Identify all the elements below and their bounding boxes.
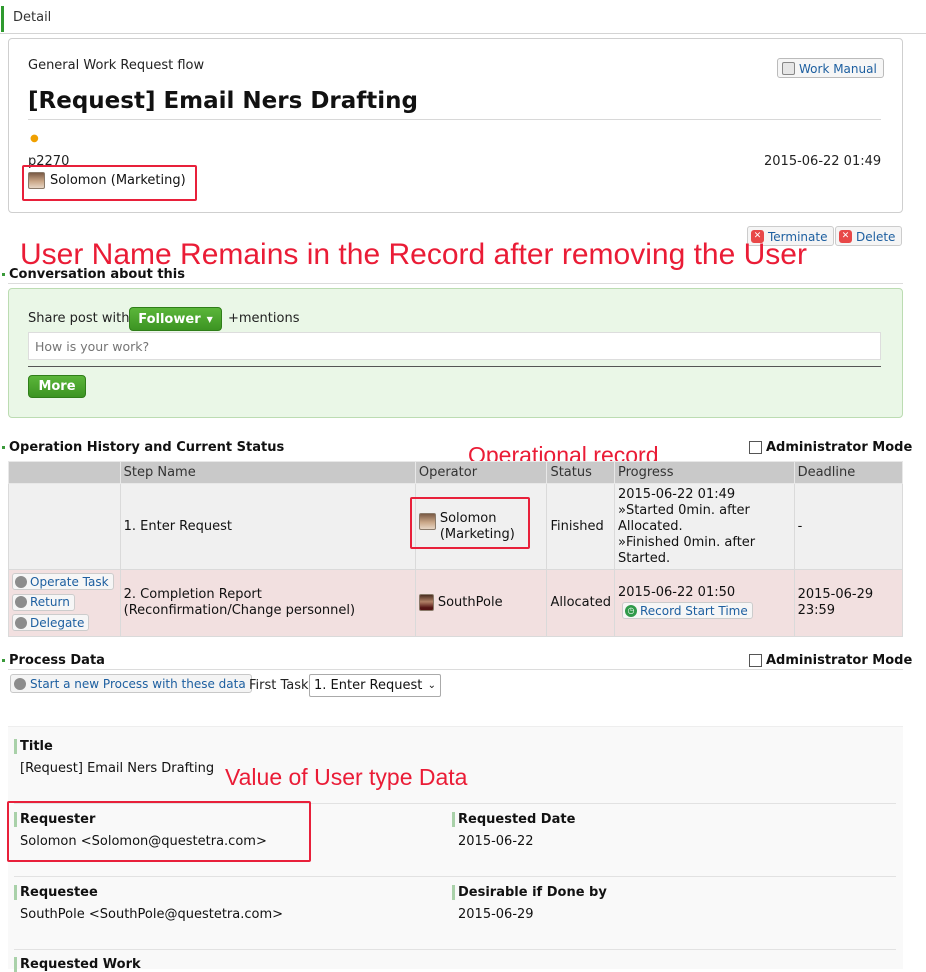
delete-label: Delete: [856, 229, 896, 244]
history-admin-mode[interactable]: Administrator Mode: [749, 440, 912, 455]
operator-cell: SouthPole: [414, 569, 548, 637]
field-divider: [14, 876, 896, 877]
start-new-process-button[interactable]: Start a new Process with these data: [10, 674, 252, 693]
requested-date-label: Requested Date: [452, 812, 575, 827]
requested-work-label: Requested Work: [14, 957, 141, 972]
timer-icon: ◷: [624, 604, 637, 617]
process-data-section-title: Process Data: [2, 653, 105, 668]
step-name: 2. Completion Report (Reconfirmation/Cha…: [119, 569, 416, 637]
share-label: Share post with:: [28, 311, 134, 326]
column-header: Step Name: [119, 461, 416, 484]
column-header: [8, 461, 121, 484]
operate-task-label: Operate Task: [30, 574, 109, 589]
tab-bar: Detail: [0, 0, 926, 34]
delegate-button[interactable]: Delegate: [12, 614, 90, 631]
mentions-link[interactable]: +mentions: [228, 311, 299, 326]
desirable-date-value: 2015-06-29: [458, 907, 534, 922]
status-cell: Allocated: [546, 569, 615, 637]
column-header: Progress: [613, 461, 795, 484]
chevron-down-icon: ⌄: [427, 680, 436, 691]
deadline-cell: -: [793, 483, 904, 570]
table-header-row: Step Name Operator Status Progress Deadl…: [8, 461, 904, 484]
flow-name: General Work Request flow: [28, 58, 205, 73]
deadline-cell: 2015-06-29 23:59: [793, 569, 904, 637]
title-field-value: [Request] Email Ners Drafting: [20, 761, 215, 776]
return-icon: [15, 596, 27, 608]
column-header: Operator: [414, 461, 548, 484]
work-manual-button[interactable]: Work Manual: [777, 58, 884, 78]
requestee-field-value: SouthPole <SouthPole@questetra.com>: [20, 907, 284, 922]
copy-icon: [14, 677, 26, 690]
progress-time: 2015-06-22 01:50: [617, 585, 736, 601]
follower-dropdown-button[interactable]: Follower ▼: [129, 307, 222, 331]
return-button[interactable]: Return: [12, 593, 75, 611]
admin-mode-label: Administrator Mode: [766, 653, 913, 668]
progress-cell: 2015-06-22 01:50 ◷ Record Start Time: [613, 569, 795, 637]
admin-mode-checkbox[interactable]: [749, 441, 762, 454]
first-task-selected: 1. Enter Request: [314, 678, 423, 693]
first-task-label: First Task: [249, 678, 309, 693]
page-title: [Request] Email Ners Drafting: [28, 88, 419, 114]
admin-mode-checkbox[interactable]: [749, 654, 762, 667]
start-new-process-label: Start a new Process with these data: [30, 676, 246, 691]
column-header: Deadline: [793, 461, 904, 484]
chat-icon: [15, 575, 27, 588]
requester-value-highlight: [7, 801, 311, 862]
history-section-title: Operation History and Current Status: [2, 440, 284, 455]
record-start-time-label: Record Start Time: [639, 603, 748, 618]
operate-task-button[interactable]: Operate Task: [12, 573, 114, 590]
desirable-date-label: Desirable if Done by: [452, 885, 607, 900]
first-task-select[interactable]: 1. Enter Request ⌄: [309, 674, 441, 697]
operator-highlight: [410, 497, 530, 549]
close-icon: ✕: [839, 230, 852, 243]
status-cell: Finished: [546, 483, 615, 570]
return-label: Return: [30, 595, 70, 609]
progress-cell: 2015-06-22 01:49 »Started 0min. after Al…: [613, 483, 795, 570]
tab-detail[interactable]: Detail: [1, 6, 51, 32]
field-divider: [14, 949, 896, 950]
more-button[interactable]: More: [28, 375, 86, 398]
title-divider: [28, 119, 881, 120]
section-divider: [8, 283, 903, 284]
manual-icon: [782, 62, 795, 75]
requester-name: Solomon (Marketing): [50, 173, 186, 188]
status-dot-icon: ●: [30, 133, 39, 144]
record-start-time-button[interactable]: ◷ Record Start Time: [621, 602, 753, 620]
caret-down-icon: ▼: [206, 314, 213, 324]
avatar: [28, 172, 45, 189]
requester-chip: Solomon (Marketing): [28, 172, 186, 189]
progress-finished: »Finished 0min. after Started.: [617, 534, 756, 566]
post-input[interactable]: [28, 332, 881, 360]
follower-label: Follower: [138, 311, 201, 327]
users-icon: [15, 616, 27, 629]
row-actions-cell: Operate Task Return Delegate: [8, 569, 121, 637]
created-at: 2015-06-22 01:49: [764, 154, 882, 169]
post-divider: [28, 366, 881, 367]
admin-mode-label: Administrator Mode: [766, 440, 913, 455]
annotation-user-type-data: Value of User type Data: [225, 764, 468, 790]
table-row: Operate Task Return Delegate 2. Completi…: [8, 569, 904, 637]
process-admin-mode[interactable]: Administrator Mode: [749, 653, 912, 668]
conversation-section-title: Conversation about this: [2, 267, 185, 282]
avatar: [418, 594, 434, 612]
section-divider: [8, 669, 903, 670]
title-field-label: Title: [14, 739, 53, 754]
progress-started: »Started 0min. after Allocated.: [617, 502, 750, 534]
step-name: 1. Enter Request: [119, 483, 416, 570]
operator-name: SouthPole: [437, 594, 503, 610]
progress-time: 2015-06-22 01:49: [617, 486, 736, 502]
delete-button[interactable]: ✕ Delete: [835, 226, 903, 246]
requestee-field-label: Requestee: [14, 885, 98, 900]
requested-date-value: 2015-06-22: [458, 834, 534, 849]
column-header: Status: [546, 461, 615, 484]
delegate-label: Delegate: [30, 615, 85, 630]
work-manual-label: Work Manual: [799, 61, 877, 76]
row-actions-cell: [8, 483, 121, 570]
